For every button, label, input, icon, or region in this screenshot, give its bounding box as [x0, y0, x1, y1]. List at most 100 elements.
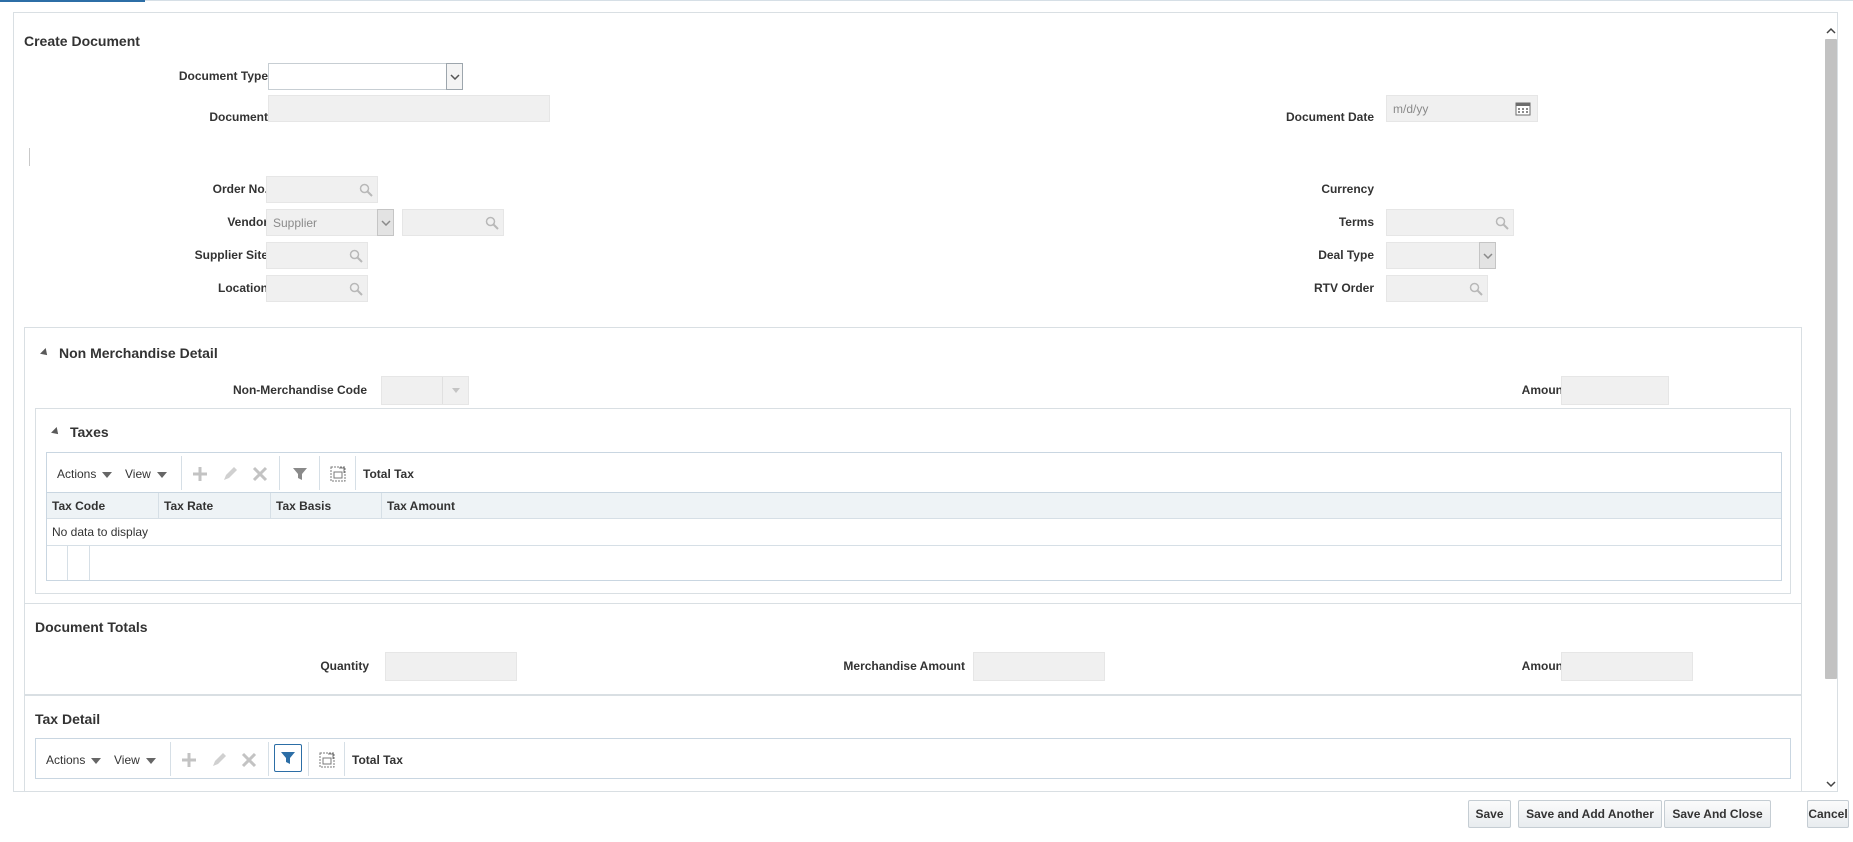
col-tax-amount[interactable]: Tax Amount: [382, 493, 582, 519]
search-icon[interactable]: [349, 249, 363, 263]
document-totals-section: Document Totals Quantity Merchandise Amo…: [24, 603, 1802, 695]
totals-amount-field[interactable]: [1561, 652, 1693, 681]
chevron-down-icon[interactable]: [1479, 242, 1496, 269]
search-icon[interactable]: [1469, 282, 1483, 296]
location-label: Location: [218, 281, 268, 295]
vendor-label: Vendor: [227, 215, 268, 229]
taxes-title: Taxes: [70, 424, 109, 440]
total-tax-label: Total Tax: [352, 753, 403, 767]
tax-detail-toolbar: Actions View Total Tax: [35, 738, 1791, 779]
non-merch-title: Non Merchandise Detail: [59, 345, 218, 361]
taxes-panel: Taxes Actions View Total Tax Tax Code Ta…: [35, 408, 1791, 594]
scrollbar-thumb[interactable]: [1825, 39, 1837, 679]
document-type-select[interactable]: [268, 63, 463, 90]
save-button[interactable]: Save: [1468, 800, 1511, 828]
scroll-up-icon[interactable]: [1826, 27, 1836, 35]
create-document-dialog: Create Document Document Type Document D…: [13, 12, 1838, 792]
quantity-field[interactable]: [385, 652, 517, 681]
non-merch-code-select[interactable]: [381, 376, 469, 405]
edit-icon[interactable]: [221, 465, 239, 483]
caret-down-icon: [102, 471, 113, 478]
document-date-field[interactable]: m/d/yy: [1386, 95, 1538, 122]
location-field[interactable]: [266, 275, 368, 302]
empty-table-text: No data to display: [52, 525, 149, 539]
document-field[interactable]: [268, 95, 550, 122]
calendar-icon[interactable]: [1515, 101, 1531, 116]
vendor-type-value: Supplier: [273, 216, 318, 230]
terms-label: Terms: [1338, 215, 1374, 229]
detach-icon[interactable]: [329, 465, 347, 483]
delete-icon[interactable]: [251, 465, 269, 483]
search-icon[interactable]: [359, 183, 373, 197]
filter-icon: [281, 752, 295, 764]
filter-toggle-button[interactable]: [274, 744, 302, 772]
vendor-field[interactable]: [402, 209, 504, 236]
document-totals-title: Document Totals: [35, 619, 148, 635]
save-and-add-another-button[interactable]: Save and Add Another: [1518, 800, 1662, 828]
totals-amount-label: Amount: [1521, 659, 1567, 673]
toolbar-divider: [268, 742, 269, 776]
actions-label: Actions: [46, 753, 86, 767]
view-menu[interactable]: View: [125, 467, 167, 481]
footer-cell-divider: [89, 546, 90, 580]
taxes-toolbar: Actions View Total Tax: [46, 452, 1782, 493]
table-header: Tax Code Tax Rate Tax Basis Tax Amount: [47, 493, 1781, 519]
order-no-field[interactable]: [266, 176, 378, 203]
add-icon[interactable]: [191, 465, 209, 483]
search-icon[interactable]: [349, 282, 363, 296]
save-and-close-button[interactable]: Save And Close: [1664, 800, 1771, 828]
chevron-down-icon[interactable]: [377, 209, 394, 236]
collapse-triangle-icon[interactable]: [51, 427, 61, 437]
toolbar-divider: [279, 456, 280, 490]
col-tax-code[interactable]: Tax Code: [47, 493, 159, 519]
edit-icon[interactable]: [210, 751, 228, 769]
filter-icon[interactable]: [291, 465, 309, 483]
merchandise-amount-field[interactable]: [973, 652, 1105, 681]
vertical-scrollbar[interactable]: [1822, 25, 1837, 791]
quantity-label: Quantity: [320, 659, 369, 673]
supplier-site-label: Supplier Site: [194, 248, 268, 262]
caret-down-icon: [145, 757, 156, 764]
tax-detail-section: Tax Detail Actions View Total Tax: [24, 695, 1802, 791]
document-type-label: Document Type: [178, 69, 268, 83]
actions-menu[interactable]: Actions: [46, 753, 102, 767]
detach-icon[interactable]: [318, 751, 336, 769]
rtv-order-field[interactable]: [1386, 275, 1488, 302]
add-icon[interactable]: [180, 751, 198, 769]
toolbar-divider: [170, 742, 171, 776]
page-title: Create Document: [24, 33, 140, 49]
actions-label: Actions: [57, 467, 97, 481]
document-label: Document: [209, 110, 268, 124]
non-merch-code-label: Non-Merchandise Code: [232, 383, 367, 397]
caret-down-icon[interactable]: [442, 377, 468, 404]
deal-type-select[interactable]: [1386, 242, 1496, 269]
collapse-triangle-icon[interactable]: [40, 348, 50, 358]
merchandise-amount-label: Merchandise Amount: [843, 659, 965, 673]
vendor-type-select[interactable]: Supplier: [266, 209, 394, 236]
terms-field[interactable]: [1386, 209, 1514, 236]
supplier-site-field[interactable]: [266, 242, 368, 269]
cancel-button[interactable]: Cancel: [1807, 800, 1849, 828]
toolbar-divider: [319, 456, 320, 490]
view-menu[interactable]: View: [114, 753, 156, 767]
document-date-label: Document Date: [1285, 110, 1374, 124]
non-merch-amount-label: Amount: [1521, 383, 1567, 397]
top-accent-bar: [0, 0, 145, 2]
toolbar-divider: [344, 742, 345, 776]
view-label: View: [114, 753, 140, 767]
search-icon[interactable]: [485, 216, 499, 230]
col-tax-basis[interactable]: Tax Basis: [271, 493, 382, 519]
delete-icon[interactable]: [240, 751, 258, 769]
col-tax-rate[interactable]: Tax Rate: [159, 493, 271, 519]
cursor-marker: [29, 148, 30, 166]
scroll-down-icon[interactable]: [1826, 780, 1836, 788]
chevron-down-icon[interactable]: [446, 63, 463, 90]
rtv-order-label: RTV Order: [1313, 281, 1374, 295]
top-border: [0, 0, 1853, 1]
taxes-table: Tax Code Tax Rate Tax Basis Tax Amount N…: [46, 493, 1782, 581]
search-icon[interactable]: [1495, 216, 1509, 230]
tax-detail-title: Tax Detail: [35, 711, 101, 727]
deal-type-label: Deal Type: [1318, 248, 1374, 262]
non-merch-amount-field[interactable]: [1561, 376, 1669, 405]
actions-menu[interactable]: Actions: [57, 467, 113, 481]
